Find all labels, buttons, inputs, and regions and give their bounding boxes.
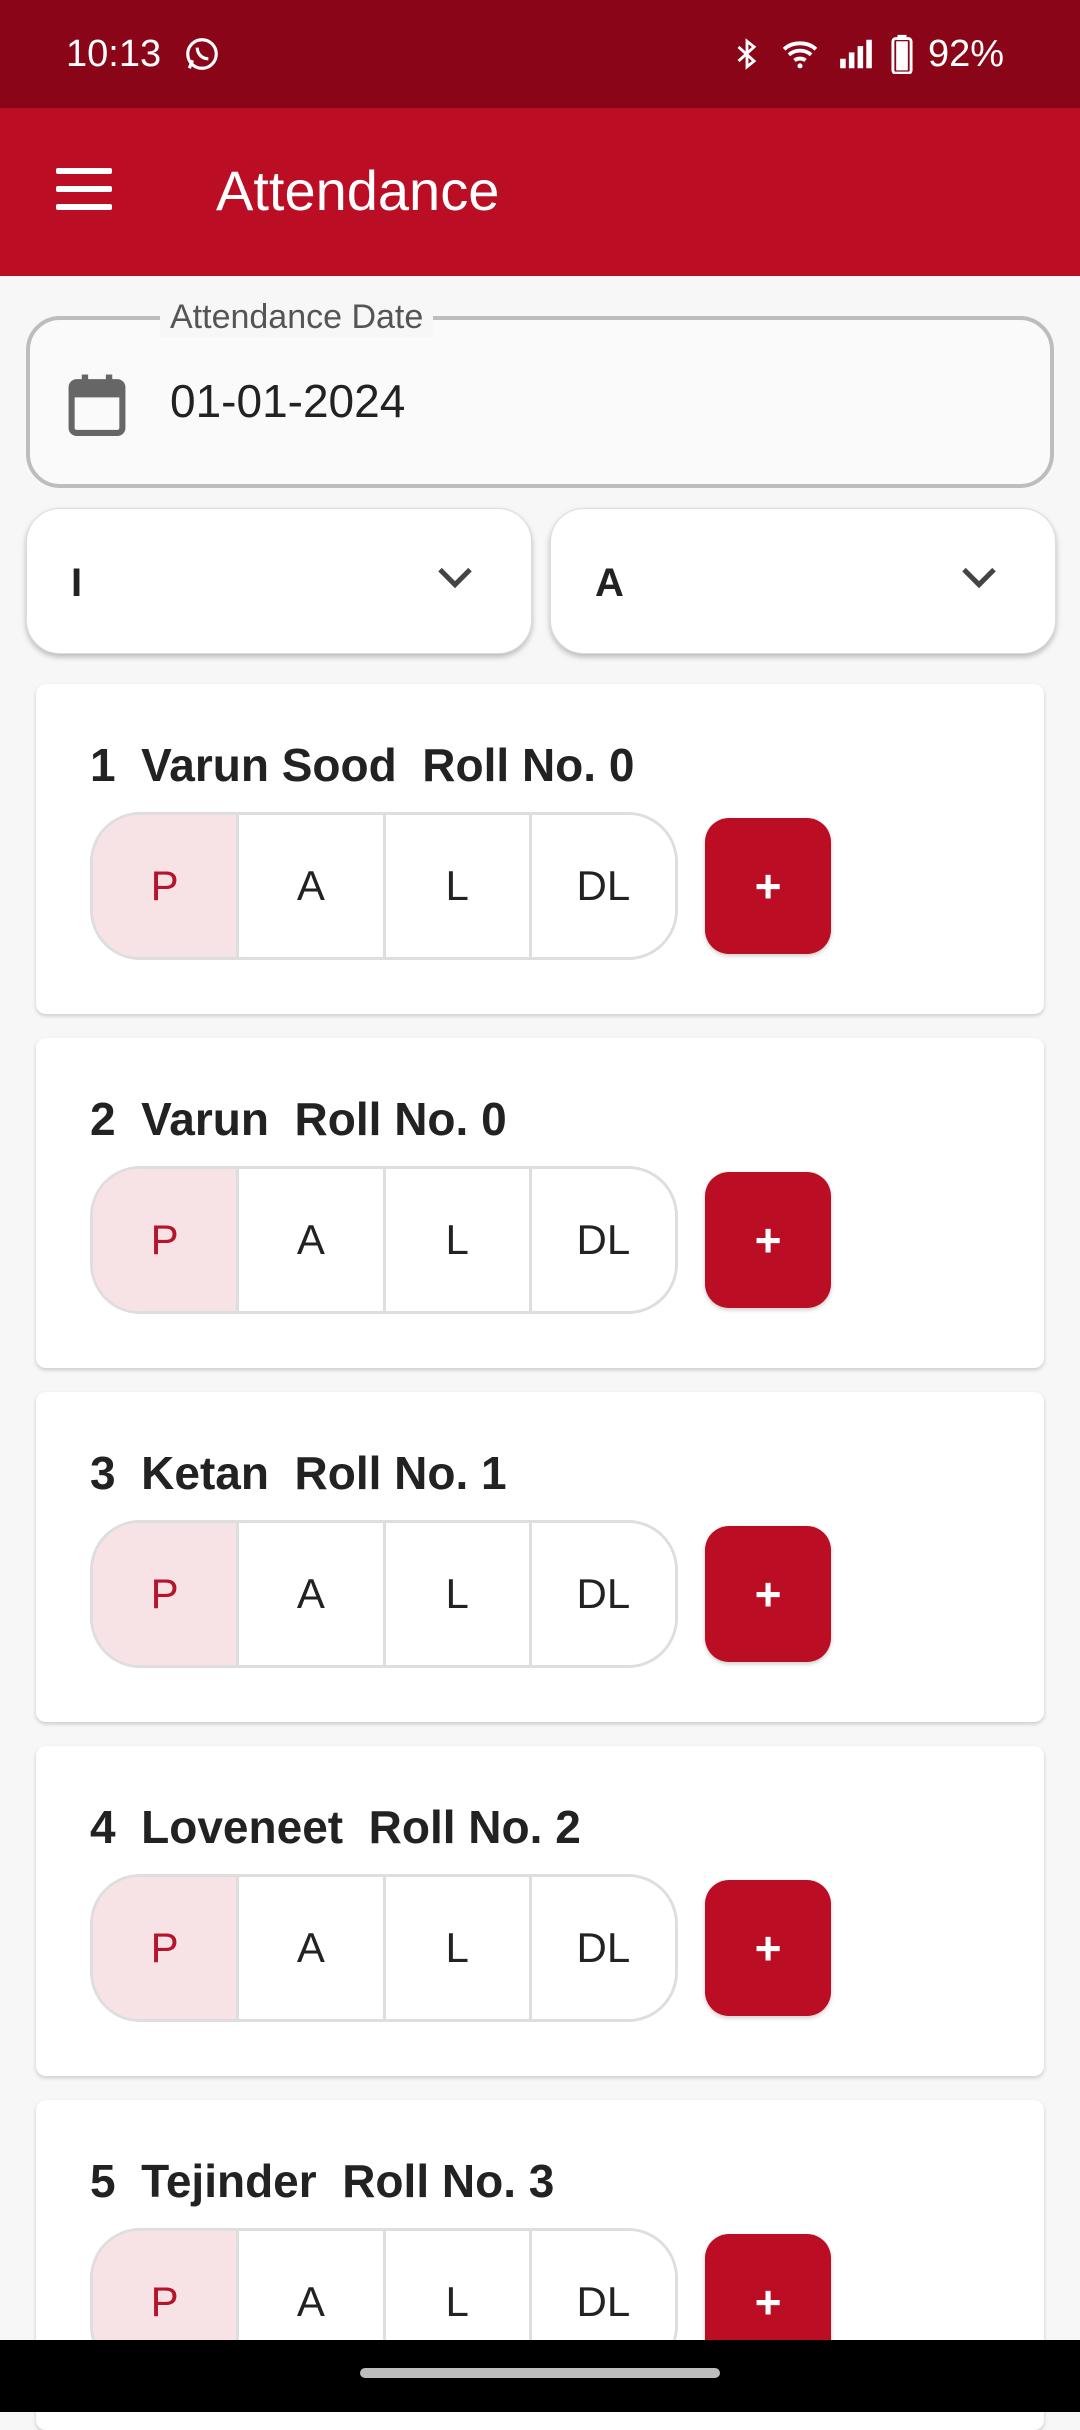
attendance-status-selector: P A L DL	[90, 812, 678, 960]
home-gesture-handle[interactable]	[360, 2368, 720, 2378]
student-title: 3 Ketan Roll No. 1	[90, 1447, 507, 1499]
attendance-date-value: 01-01-2024	[170, 375, 406, 427]
navigation-bar	[0, 2340, 1080, 2412]
student-card: 2 Varun Roll No. 0 P A L DL +	[36, 1038, 1044, 1368]
attendance-date-label: Attendance Date	[160, 298, 434, 337]
option-leave[interactable]: L	[385, 815, 532, 957]
chevron-down-icon	[962, 567, 996, 589]
status-time: 10:13	[66, 32, 162, 75]
add-button[interactable]: +	[705, 818, 831, 954]
class-dropdown-value: I	[71, 561, 83, 605]
signal-icon	[840, 39, 872, 69]
student-title: 1 Varun Sood Roll No. 0	[90, 739, 635, 791]
student-card: 3 Ketan Roll No. 1 P A L DL +	[36, 1392, 1044, 1722]
option-leave[interactable]: L	[385, 1523, 532, 1665]
option-duty-leave[interactable]: DL	[531, 1169, 675, 1311]
attendance-status-selector: P A L DL	[90, 1874, 678, 2022]
battery-level: 92%	[927, 32, 1004, 75]
option-absent[interactable]: A	[239, 1169, 386, 1311]
section-dropdown[interactable]: A	[550, 508, 1056, 654]
menu-icon[interactable]	[56, 168, 112, 216]
class-dropdown[interactable]: I	[26, 508, 532, 654]
whatsapp-icon	[186, 38, 218, 70]
option-duty-leave[interactable]: DL	[531, 815, 675, 957]
attendance-status-selector: P A L DL	[90, 1520, 678, 1668]
option-leave[interactable]: L	[385, 1169, 532, 1311]
add-button[interactable]: +	[705, 1880, 831, 2016]
bluetooth-icon	[737, 38, 757, 70]
add-button[interactable]: +	[705, 1172, 831, 1308]
option-present[interactable]: P	[93, 1523, 240, 1665]
option-absent[interactable]: A	[239, 815, 386, 957]
add-button[interactable]: +	[705, 1526, 831, 1662]
calendar-icon	[68, 374, 126, 436]
option-duty-leave[interactable]: DL	[531, 1523, 675, 1665]
app-bar: Attendance	[0, 108, 1080, 276]
student-card: 1 Varun Sood Roll No. 0 P A L DL +	[36, 684, 1044, 1014]
option-absent[interactable]: A	[239, 1877, 386, 2019]
chevron-down-icon	[438, 567, 472, 589]
attendance-status-selector: P A L DL	[90, 1166, 678, 1314]
option-present[interactable]: P	[93, 815, 240, 957]
status-bar: 10:13 92%	[0, 0, 1080, 108]
option-present[interactable]: P	[93, 1169, 240, 1311]
student-title: 2 Varun Roll No. 0	[90, 1093, 507, 1145]
student-card: 4 Loveneet Roll No. 2 P A L DL +	[36, 1746, 1044, 2076]
option-absent[interactable]: A	[239, 1523, 386, 1665]
attendance-date-field[interactable]: Attendance Date 01-01-2024	[26, 298, 1054, 488]
battery-icon	[891, 34, 913, 74]
option-leave[interactable]: L	[385, 1877, 532, 2019]
wifi-icon	[782, 41, 818, 69]
student-title: 5 Tejinder Roll No. 3	[90, 2155, 555, 2207]
option-present[interactable]: P	[93, 1877, 240, 2019]
page-title: Attendance	[216, 159, 500, 222]
section-dropdown-value: A	[595, 561, 624, 605]
option-duty-leave[interactable]: DL	[531, 1877, 675, 2019]
student-title: 4 Loveneet Roll No. 2	[90, 1801, 581, 1853]
